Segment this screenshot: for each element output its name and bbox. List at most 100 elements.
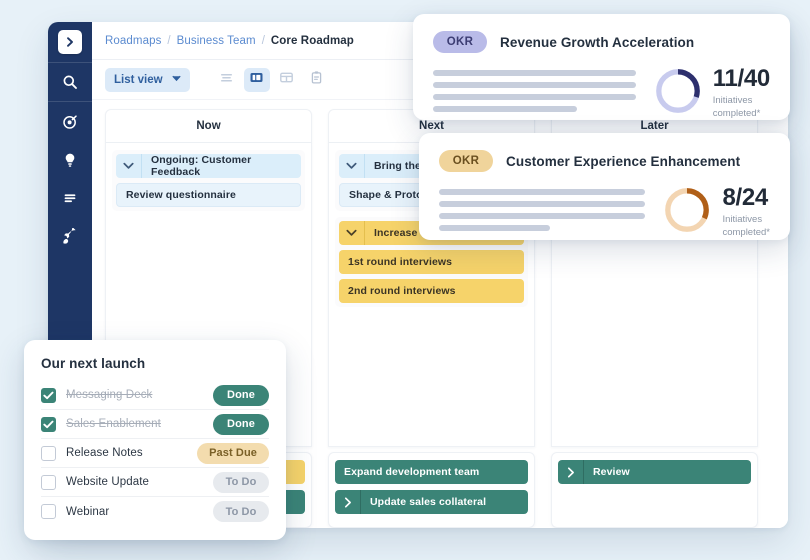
checklist-row[interactable]: Webinar To Do <box>41 497 269 526</box>
search-icon <box>62 74 78 90</box>
checklist-rows: Messaging Deck Done Sales Enablement Done Re… <box>41 381 269 526</box>
okr-card-header: OKR Customer Experience Enhancement <box>439 150 770 172</box>
checklist-card[interactable]: Our next launch Messaging Deck Done Sales … <box>24 340 286 540</box>
okr-card-body: 8/24 Initiatives completed* <box>439 186 770 240</box>
checkbox-unchecked-icon[interactable] <box>41 474 56 490</box>
sidebar-item-goals[interactable] <box>48 103 92 141</box>
skeleton-line <box>433 82 636 88</box>
checklist-item-label: Sales Enablement <box>66 418 161 430</box>
screenshot-root: Roadmaps / Business Team / Core Roadmap … <box>0 0 810 560</box>
breadcrumb-separator: / <box>167 34 171 47</box>
chevron-right-icon <box>567 466 574 478</box>
chevron-right-icon[interactable] <box>558 460 584 484</box>
board-group-label: Ongoing: Customer Feedback <box>151 154 252 178</box>
checklist-title: Our next launch <box>41 356 146 371</box>
checkbox-unchecked-icon[interactable] <box>41 504 56 519</box>
checklist-row[interactable]: Website Update To Do <box>41 468 269 497</box>
checklist-item-label: Webinar <box>66 505 110 518</box>
board-group-row[interactable]: Update sales collateral <box>335 490 528 514</box>
checklist-row[interactable]: Sales Enablement Done <box>41 410 269 439</box>
status-badge[interactable]: Done <box>213 413 269 435</box>
okr-caption-line-1: Initiatives <box>712 95 753 106</box>
board-card[interactable]: Expand development team <box>335 460 528 484</box>
okr-metric-value: 8/24 <box>722 184 768 211</box>
skeleton-line <box>439 201 646 207</box>
board-column-header: Now <box>105 109 312 143</box>
checkbox-unchecked-icon[interactable] <box>41 445 56 461</box>
breadcrumb-current-page: Core Roadmap <box>270 34 354 47</box>
skeleton-line <box>433 94 636 100</box>
sidebar-item-launch[interactable] <box>48 217 92 255</box>
okr-caption-line-2: completed* <box>712 107 761 119</box>
list-icon <box>62 190 78 206</box>
status-badge[interactable]: To Do <box>213 501 269 522</box>
checkbox-checked-icon[interactable] <box>41 387 56 403</box>
okr-caption-line-1: Initiatives <box>722 214 763 225</box>
status-badge[interactable]: To Do <box>213 471 269 493</box>
okr-card-title: Revenue Growth Acceleration <box>500 34 695 50</box>
sidebar-expand-button[interactable] <box>48 22 92 62</box>
okr-caption-line-2: completed* <box>722 226 770 238</box>
board-card[interactable]: Review questionnaire <box>116 183 301 207</box>
okr-metric-caption: Initiatives completed* <box>713 95 770 121</box>
chevron-down-icon <box>346 229 357 236</box>
checklist-item-label: Website Update <box>66 476 150 488</box>
chevron-down-icon <box>171 75 181 84</box>
skeleton-line <box>439 225 551 231</box>
board-group-contents: Ongoing: Customer Feedback Review questio… <box>112 150 305 211</box>
sidebar-item-ideas[interactable] <box>48 141 92 179</box>
chevron-right-icon <box>344 496 351 508</box>
clipboard-button[interactable] <box>304 68 330 92</box>
board-card[interactable]: 1st round interviews <box>339 250 524 274</box>
okr-card-revenue-growth[interactable]: OKR Revenue Growth Acceleration 11/40 In… <box>413 14 790 120</box>
view-selector-label: List view <box>114 73 163 86</box>
okr-card-header: OKR Revenue Growth Acceleration <box>433 31 770 53</box>
chevron-down-icon <box>346 162 357 169</box>
table-view-icon <box>279 70 294 90</box>
chevron-down-icon[interactable] <box>339 221 365 245</box>
target-icon <box>62 114 78 130</box>
board-group-row[interactable]: Review <box>558 460 751 484</box>
board-view-button[interactable] <box>243 67 270 92</box>
progress-donut-chart <box>655 69 700 113</box>
status-badge-okr: OKR <box>439 150 493 172</box>
okr-metric-text: 11/40 Initiatives completed* <box>713 67 771 121</box>
breadcrumb-separator: / <box>261 34 265 47</box>
checklist-row[interactable]: Messaging Deck Done <box>41 381 269 410</box>
list-view-button[interactable] <box>214 68 240 92</box>
board-group: Ongoing: Customer Feedback Review questio… <box>112 150 305 211</box>
chevron-down-icon[interactable] <box>116 154 142 178</box>
table-view-button[interactable] <box>274 68 300 92</box>
status-badge-okr: OKR <box>433 31 487 53</box>
checklist-row[interactable]: Release Notes Past Due <box>41 439 269 468</box>
progress-donut-chart <box>665 188 710 232</box>
sidebar-item-list[interactable] <box>48 179 92 217</box>
checklist-item-label: Release Notes <box>66 447 143 459</box>
okr-metric-text: 8/24 Initiatives completed* <box>722 186 770 240</box>
board-column-footer: Expand development team Update sales coll… <box>328 452 535 528</box>
chevron-down-icon <box>123 162 134 169</box>
okr-card-body: 11/40 Initiatives completed* <box>433 67 770 121</box>
skeleton-line <box>433 106 577 112</box>
view-selector-dropdown[interactable]: List view <box>105 67 190 92</box>
breadcrumb-item-roadmaps[interactable]: Roadmaps <box>105 35 161 47</box>
breadcrumb-item-business-team[interactable]: Business Team <box>177 35 256 47</box>
sidebar-item-search[interactable] <box>48 63 92 101</box>
skeleton-line <box>433 70 636 76</box>
okr-metric: 11/40 Initiatives completed* <box>636 67 770 121</box>
skeleton-line <box>439 213 646 219</box>
sidebar-nav <box>48 102 92 255</box>
lightbulb-icon <box>62 152 78 168</box>
chevron-right-icon[interactable] <box>58 30 82 54</box>
board-group-row[interactable]: Ongoing: Customer Feedback <box>116 154 301 178</box>
chevron-down-icon[interactable] <box>339 154 365 178</box>
checkbox-checked-icon[interactable] <box>41 416 56 432</box>
skeleton-line <box>439 189 646 195</box>
status-badge[interactable]: Done <box>213 384 269 406</box>
chevron-right-icon[interactable] <box>335 490 361 514</box>
status-badge[interactable]: Past Due <box>197 442 269 464</box>
checklist-item-label: Messaging Deck <box>66 389 153 401</box>
okr-card-customer-experience[interactable]: OKR Customer Experience Enhancement 8/24… <box>419 133 790 240</box>
okr-card-title: Customer Experience Enhancement <box>506 153 741 169</box>
board-card[interactable]: 2nd round interviews <box>339 279 524 303</box>
